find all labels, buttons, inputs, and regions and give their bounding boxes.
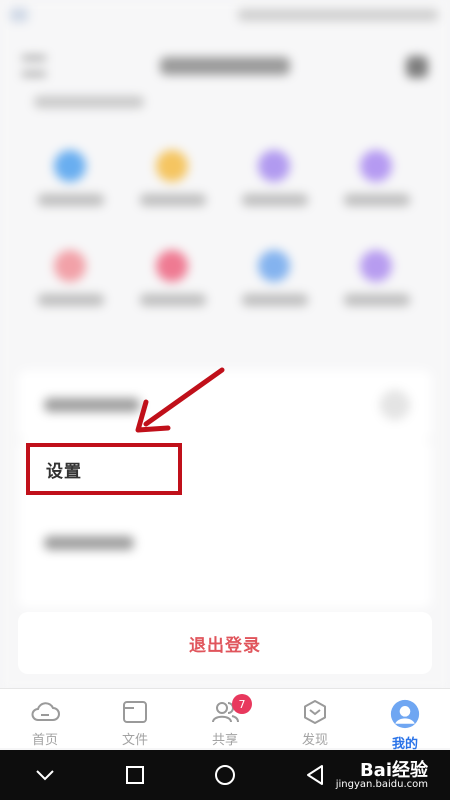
tool-item[interactable]: [122, 146, 224, 226]
tab-files[interactable]: 文件: [90, 689, 180, 748]
folder-icon: [120, 699, 150, 725]
section-label: [34, 96, 144, 108]
tool-item[interactable]: [20, 246, 122, 326]
tool-item[interactable]: [20, 146, 122, 226]
tab-label: 文件: [121, 733, 148, 748]
bottom-tab-bar: 首页 文件 7 共享 发现 我的: [0, 688, 450, 752]
option-label: [44, 536, 134, 550]
option-card: [18, 370, 432, 440]
back-button[interactable]: [270, 750, 360, 800]
watermark-url: jingyan.baidu.com: [335, 779, 428, 790]
message-icon[interactable]: [406, 56, 428, 78]
settings-label: 设置: [46, 461, 82, 482]
tool-label: [344, 294, 410, 306]
tool-label: [38, 194, 104, 206]
page-title: [160, 57, 290, 75]
tool-icon: [258, 250, 290, 282]
tool-item[interactable]: [224, 246, 326, 326]
tab-share[interactable]: 7 共享: [180, 689, 270, 748]
tab-discover[interactable]: 发现: [270, 689, 360, 748]
tab-mine[interactable]: 我的: [360, 689, 450, 752]
tool-label: [140, 294, 206, 306]
avatar-icon: [390, 699, 420, 729]
settings-menu-item[interactable]: 设置: [26, 443, 182, 495]
tool-label: [140, 194, 206, 206]
tool-label: [242, 194, 308, 206]
triangle-back-icon: [307, 765, 323, 785]
tool-label: [38, 294, 104, 306]
tools-row-1: [20, 146, 430, 226]
tool-icon: [156, 150, 188, 182]
discover-icon: [300, 699, 330, 725]
tool-label: [344, 194, 410, 206]
tool-item[interactable]: [224, 146, 326, 226]
blurred-profile-content: [0, 0, 450, 690]
notification-icon: [10, 8, 28, 22]
logout-button[interactable]: 退出登录: [18, 612, 432, 674]
toggle-switch[interactable]: [380, 390, 410, 420]
tab-label: 发现: [301, 733, 328, 748]
tool-icon: [360, 150, 392, 182]
tool-icon: [54, 150, 86, 182]
tool-icon: [258, 150, 290, 182]
menu-icon[interactable]: [22, 56, 46, 76]
notification-badge: 7: [232, 694, 252, 714]
status-indicators: [238, 9, 438, 21]
chevron-down-icon: [36, 770, 54, 781]
tab-home[interactable]: 首页: [0, 689, 90, 748]
circle-icon: [215, 765, 235, 785]
tool-icon: [54, 250, 86, 282]
home-button[interactable]: [180, 750, 270, 800]
option-label: [44, 398, 140, 412]
recents-button[interactable]: [90, 750, 180, 800]
collapse-button[interactable]: [0, 750, 90, 800]
tab-label: 首页: [31, 733, 58, 748]
tool-item[interactable]: [122, 246, 224, 326]
tools-row-2: [20, 246, 430, 326]
tool-item[interactable]: [326, 246, 428, 326]
top-bar: [0, 44, 450, 88]
tab-label: 共享: [211, 733, 238, 748]
cloud-icon: [30, 699, 60, 725]
logout-label: 退出登录: [189, 635, 261, 656]
square-icon: [126, 766, 144, 784]
tool-icon: [360, 250, 392, 282]
tool-item[interactable]: [326, 146, 428, 226]
status-bar: [0, 0, 450, 30]
tool-icon: [156, 250, 188, 282]
tool-label: [242, 294, 308, 306]
